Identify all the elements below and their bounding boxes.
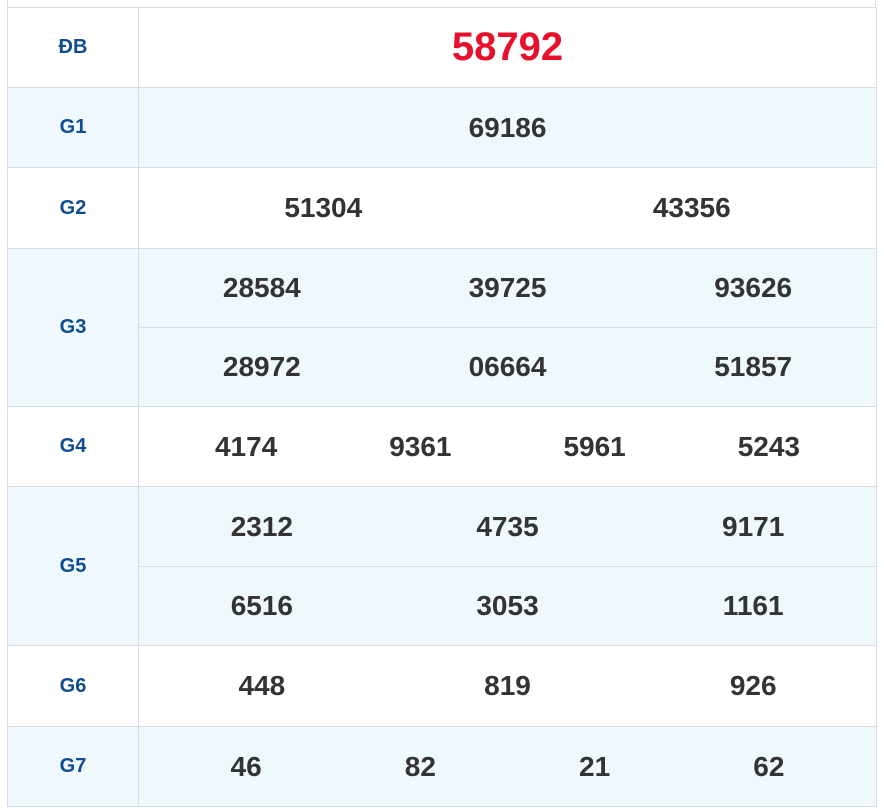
result-line: 28972 06664 51857 — [139, 327, 876, 406]
table-top-edge — [7, 0, 876, 7]
prize-number: 62 — [753, 750, 785, 782]
prize-number: 4735 — [476, 510, 539, 542]
prize-number: 43356 — [652, 192, 731, 223]
prize-number: 69186 — [468, 111, 547, 143]
result-line: 69186 — [139, 88, 876, 167]
prize-number: 06664 — [468, 351, 547, 382]
prize-number: 9171 — [722, 510, 785, 542]
prize-label: G4 — [8, 407, 139, 486]
row-g1: G1 69186 — [8, 88, 877, 168]
result-line: 46 82 21 62 — [139, 727, 876, 806]
prize-number: 2312 — [230, 510, 293, 542]
prize-label: G7 — [8, 727, 139, 806]
prize-number: 448 — [238, 670, 286, 701]
prize-values: 46 82 21 62 — [139, 727, 877, 806]
prize-number: 28972 — [222, 351, 301, 382]
prize-number: 46 — [230, 750, 262, 782]
row-g4: G4 4174 9361 5961 5243 — [8, 407, 877, 487]
prize-number: 21 — [579, 750, 611, 782]
prize-label: G2 — [8, 168, 139, 248]
prize-label: G3 — [8, 249, 139, 406]
prize-number: 4174 — [214, 430, 278, 462]
prize-values: 28584 39725 93626 28972 06664 51857 — [139, 249, 877, 406]
row-g2: G2 51304 43356 — [8, 168, 877, 249]
prize-label: ĐB — [8, 8, 139, 87]
row-g6: G6 448 819 926 — [8, 646, 877, 727]
prize-values: 2312 4735 9171 6516 3053 1161 — [139, 487, 877, 645]
prize-values: 51304 43356 — [139, 168, 877, 248]
result-line: 58792 — [139, 8, 876, 87]
prize-values: 448 819 926 — [139, 646, 877, 726]
prize-number: 28584 — [222, 272, 301, 303]
prize-number: 3053 — [476, 590, 539, 621]
special-prize-number: 58792 — [451, 25, 564, 69]
row-g3: G3 28584 39725 93626 28972 06664 51857 — [8, 249, 877, 407]
prize-label: G6 — [8, 646, 139, 726]
prize-number: 93626 — [714, 272, 793, 303]
prize-label: G5 — [8, 487, 139, 645]
prize-number: 39725 — [468, 272, 547, 303]
row-db: ĐB 58792 — [8, 8, 877, 88]
prize-values: 69186 — [139, 88, 877, 167]
result-line: 2312 4735 9171 — [139, 487, 876, 566]
prize-number: 5961 — [563, 430, 626, 462]
prize-values: 58792 — [139, 8, 877, 87]
row-g7: G7 46 82 21 62 — [8, 727, 877, 807]
prize-number: 9361 — [389, 430, 452, 462]
result-line: 51304 43356 — [139, 168, 876, 248]
prize-number: 51304 — [284, 192, 363, 223]
prize-number: 51857 — [714, 351, 793, 382]
prize-values: 4174 9361 5961 5243 — [139, 407, 877, 486]
result-line: 448 819 926 — [139, 646, 876, 726]
prize-number: 6516 — [230, 590, 293, 621]
prize-number: 926 — [729, 670, 777, 701]
result-line: 4174 9361 5961 5243 — [139, 407, 876, 486]
result-line: 6516 3053 1161 — [139, 566, 876, 645]
prize-number: 82 — [404, 750, 436, 782]
row-g5: G5 2312 4735 9171 6516 3053 1161 — [8, 487, 877, 646]
prize-label: G1 — [8, 88, 139, 167]
prize-number: 1161 — [722, 590, 784, 621]
prize-number: 819 — [484, 670, 531, 701]
lottery-results-table: ĐB 58792 G1 69186 G2 51304 43356 G3 2858… — [7, 7, 877, 807]
prize-number: 5243 — [737, 430, 801, 462]
result-line: 28584 39725 93626 — [139, 249, 876, 327]
